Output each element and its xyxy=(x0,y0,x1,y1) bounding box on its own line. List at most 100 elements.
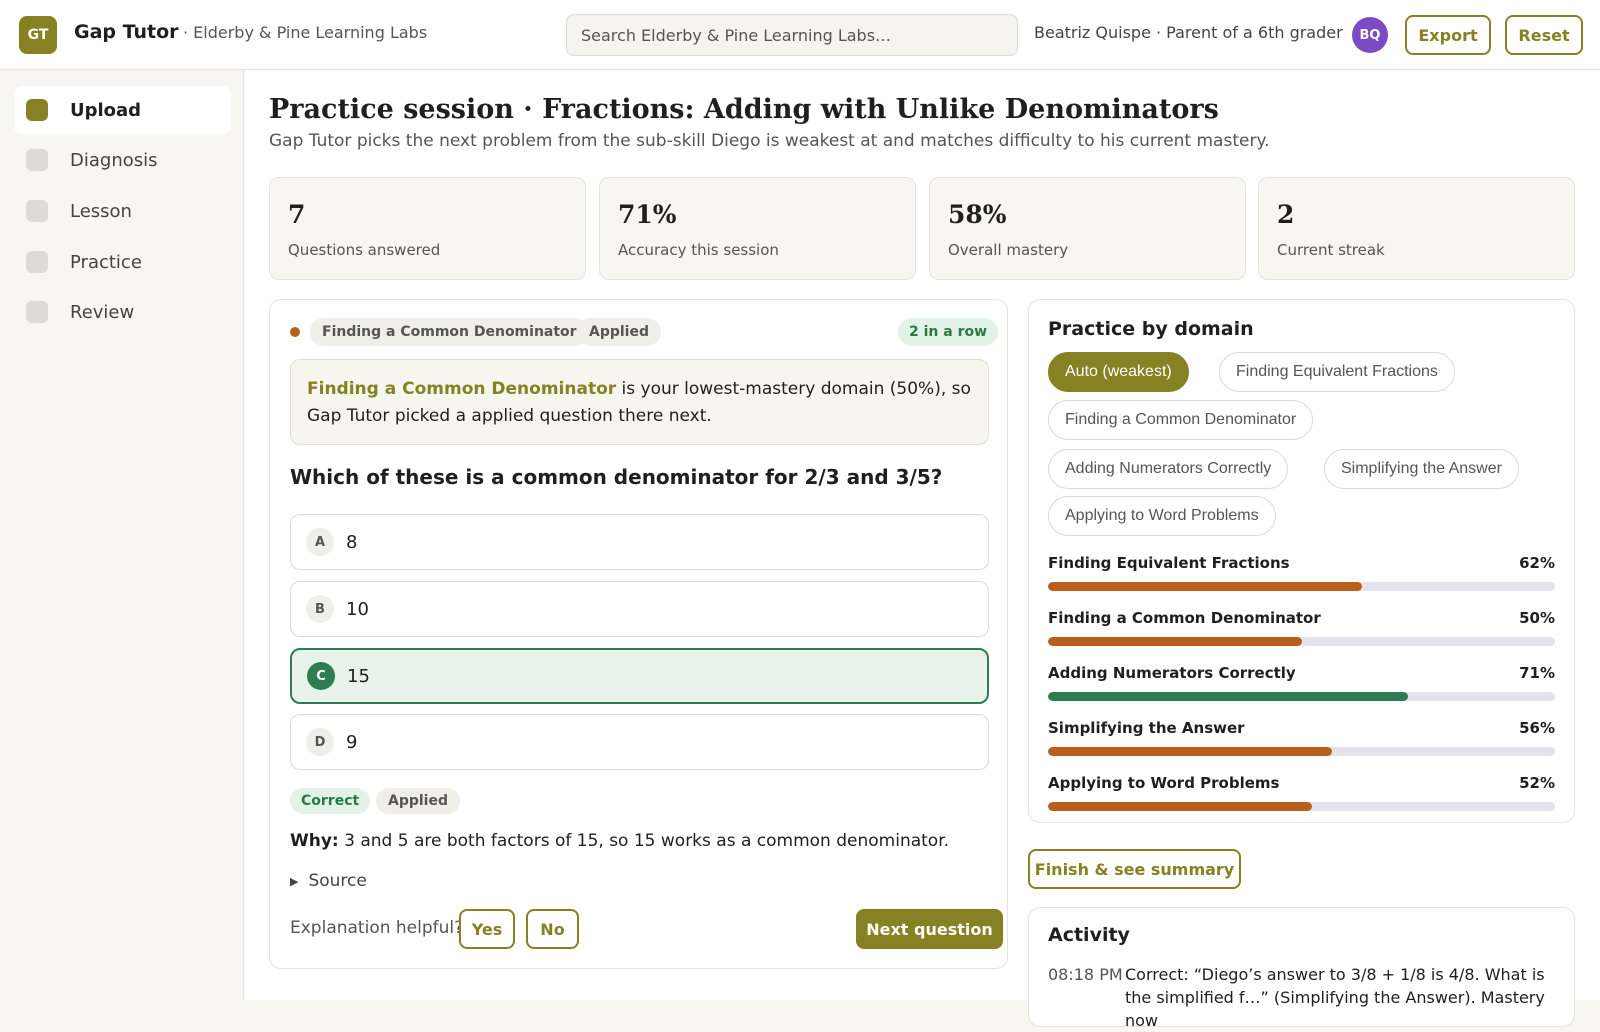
domain-name: Finding Equivalent Fractions xyxy=(1048,554,1290,572)
stat-label: Questions answered xyxy=(288,241,441,259)
app-logo: GT xyxy=(19,16,57,54)
sidebar-item-label: Review xyxy=(70,301,135,323)
triangle-right-icon: ▶ xyxy=(290,874,299,888)
mastery-bar xyxy=(1048,637,1555,646)
stat-value: 71% xyxy=(618,200,677,229)
domain-name: Adding Numerators Correctly xyxy=(1048,664,1296,682)
mastery-bar-fill xyxy=(1048,637,1302,646)
domain-chip: Finding a Common Denominator xyxy=(310,318,589,346)
option-letter: D xyxy=(306,728,334,756)
domain-name: Simplifying the Answer xyxy=(1048,719,1245,737)
domain-name: Applying to Word Problems xyxy=(1048,774,1280,792)
domain-name: Finding a Common Denominator xyxy=(1048,609,1321,627)
mastery-bar xyxy=(1048,802,1555,811)
panel-title: Practice by domain xyxy=(1048,318,1254,340)
lesson-icon xyxy=(26,200,48,222)
option-letter: B xyxy=(306,595,334,623)
helpful-no-button[interactable]: No xyxy=(526,909,579,949)
question-text: Which of these is a common denominator f… xyxy=(290,465,943,489)
user-label: Beatriz Quispe · Parent of a 6th grader xyxy=(1034,23,1343,42)
option-text: 8 xyxy=(346,531,358,553)
domain-percent: 56% xyxy=(1519,719,1555,737)
option-letter: A xyxy=(306,528,334,556)
mastery-bar xyxy=(1048,582,1555,591)
practice-icon xyxy=(26,251,48,273)
helpful-yes-button[interactable]: Yes xyxy=(459,909,515,949)
search-input[interactable] xyxy=(566,14,1018,56)
type-chip: Applied xyxy=(577,318,661,346)
review-icon xyxy=(26,301,48,323)
explanation-text: 3 and 5 are both factors of 15, so 15 wo… xyxy=(338,831,950,851)
export-button[interactable]: Export xyxy=(1405,15,1491,55)
filter-auto-weakest[interactable]: Auto (weakest) xyxy=(1048,352,1189,392)
mastery-bar-fill xyxy=(1048,747,1332,756)
activity-time: 08:18 PM xyxy=(1048,965,1123,984)
stat-label: Accuracy this session xyxy=(618,241,779,259)
question-card: Finding a Common Denominator Applied 2 i… xyxy=(269,299,1008,969)
result-badge: Correct xyxy=(290,788,371,814)
next-question-button[interactable]: Next question xyxy=(856,909,1003,949)
note-text: Gap Tutor picked a applied question ther… xyxy=(307,406,712,426)
domain-percent: 71% xyxy=(1519,664,1555,682)
sidebar-item-diagnosis[interactable]: Diagnosis xyxy=(14,136,231,184)
source-toggle[interactable]: ▶ Source xyxy=(290,871,367,891)
selection-note: Finding a Common Denominator is your low… xyxy=(290,359,989,445)
activity-title: Activity xyxy=(1048,924,1130,946)
mastery-bar-fill xyxy=(1048,802,1312,811)
why-label: Why: xyxy=(290,831,339,851)
stat-card: 7 Questions answered xyxy=(269,177,586,280)
mastery-bar xyxy=(1048,692,1555,701)
sidebar-item-review[interactable]: Review xyxy=(14,288,231,336)
note-domain-highlight: Finding a Common Denominator xyxy=(307,379,617,399)
mastery-bar xyxy=(1048,747,1555,756)
stat-value: 7 xyxy=(288,200,306,229)
filter-word-problems[interactable]: Applying to Word Problems xyxy=(1048,496,1276,536)
sidebar-item-label: Diagnosis xyxy=(70,149,158,171)
org-name: · Elderby & Pine Learning Labs xyxy=(183,23,428,42)
streak-badge: 2 in a row xyxy=(898,318,999,346)
sidebar: Upload Diagnosis Lesson Practice Review xyxy=(0,70,244,1000)
answer-option-d[interactable]: D 9 xyxy=(290,714,989,770)
finish-summary-button[interactable]: Finish & see summary xyxy=(1028,849,1241,889)
stat-label: Overall mastery xyxy=(948,241,1069,259)
answer-option-b[interactable]: B 10 xyxy=(290,581,989,637)
option-text: 10 xyxy=(346,598,369,620)
page-subtitle: Gap Tutor picks the next problem from th… xyxy=(269,131,1270,151)
answer-option-c[interactable]: C 15 xyxy=(290,648,989,704)
note-text: is your lowest-mastery domain (50%), so xyxy=(616,379,971,399)
sidebar-item-lesson[interactable]: Lesson xyxy=(14,187,231,235)
option-letter: C xyxy=(307,662,335,690)
source-label: Source xyxy=(308,871,367,891)
app-title: Gap Tutor xyxy=(74,21,179,43)
mastery-bar-fill xyxy=(1048,582,1363,591)
answer-option-a[interactable]: A 8 xyxy=(290,514,989,570)
stat-card: 2 Current streak xyxy=(1258,177,1575,280)
result-type-chip: Applied xyxy=(376,788,460,814)
reset-button[interactable]: Reset xyxy=(1505,15,1583,55)
sidebar-item-label: Upload xyxy=(70,99,142,121)
mastery-bar-fill xyxy=(1048,692,1408,701)
domain-percent: 52% xyxy=(1519,774,1555,792)
sidebar-item-practice[interactable]: Practice xyxy=(14,238,231,286)
filter-simplifying[interactable]: Simplifying the Answer xyxy=(1324,449,1519,489)
top-bar: GT Gap Tutor · Elderby & Pine Learning L… xyxy=(0,0,1600,70)
sidebar-item-upload[interactable]: Upload xyxy=(14,86,231,134)
main-content: Practice session · Fractions: Adding wit… xyxy=(245,70,1600,1030)
stat-label: Current streak xyxy=(1277,241,1385,259)
filter-equivalent-fractions[interactable]: Finding Equivalent Fractions xyxy=(1219,352,1455,392)
option-text: 15 xyxy=(347,665,370,687)
domain-percent: 62% xyxy=(1519,554,1555,572)
option-text: 9 xyxy=(346,731,358,753)
stat-value: 2 xyxy=(1277,200,1295,229)
helpful-label: Explanation helpful? xyxy=(290,918,464,938)
filter-common-denominator[interactable]: Finding a Common Denominator xyxy=(1048,400,1314,440)
sidebar-item-label: Practice xyxy=(70,251,142,273)
sidebar-item-label: Lesson xyxy=(70,200,132,222)
activity-panel: Activity 08:18 PM Correct: “Diego’s answ… xyxy=(1028,907,1575,1030)
page-title: Practice session · Fractions: Adding wit… xyxy=(269,94,1219,125)
diagnosis-icon xyxy=(26,149,48,171)
stat-card: 71% Accuracy this session xyxy=(599,177,916,280)
stat-card: 58% Overall mastery xyxy=(929,177,1246,280)
avatar[interactable]: BQ xyxy=(1352,17,1388,53)
filter-adding-numerators[interactable]: Adding Numerators Correctly xyxy=(1048,449,1289,489)
